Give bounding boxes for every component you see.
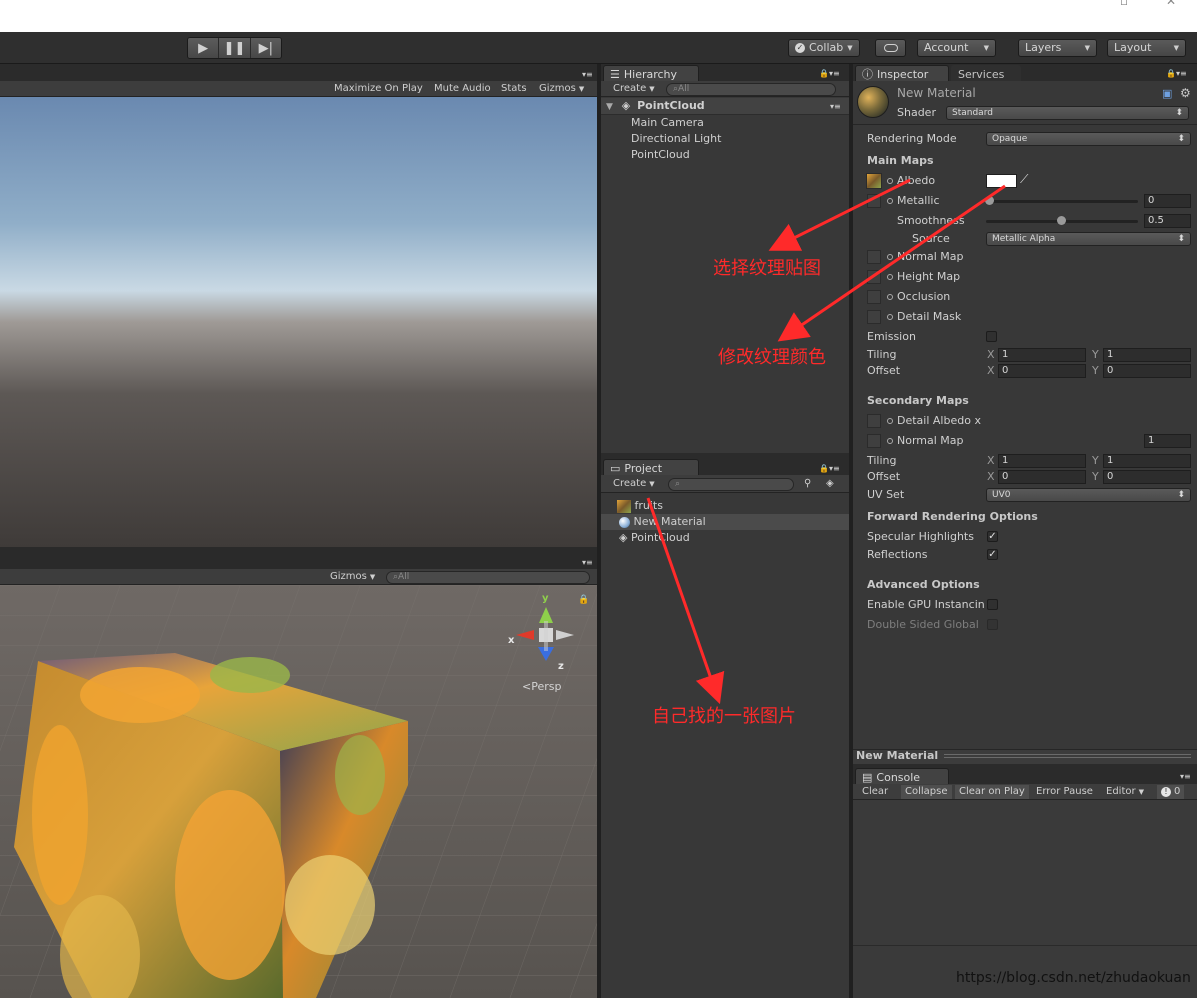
watermark-url: https://blog.csdn.net/zhudaokuan xyxy=(956,970,1191,986)
arrow-to-color xyxy=(777,184,1006,342)
annotation-own-image: 自己找的一张图片 xyxy=(652,706,796,727)
arrow-to-project-image xyxy=(646,497,725,705)
annotation-select-texture: 选择纹理贴图 xyxy=(713,258,821,279)
annotation-arrows xyxy=(646,178,1006,705)
arrow-to-albedo xyxy=(768,178,911,251)
annotation-change-color: 修改纹理颜色 xyxy=(718,347,826,368)
